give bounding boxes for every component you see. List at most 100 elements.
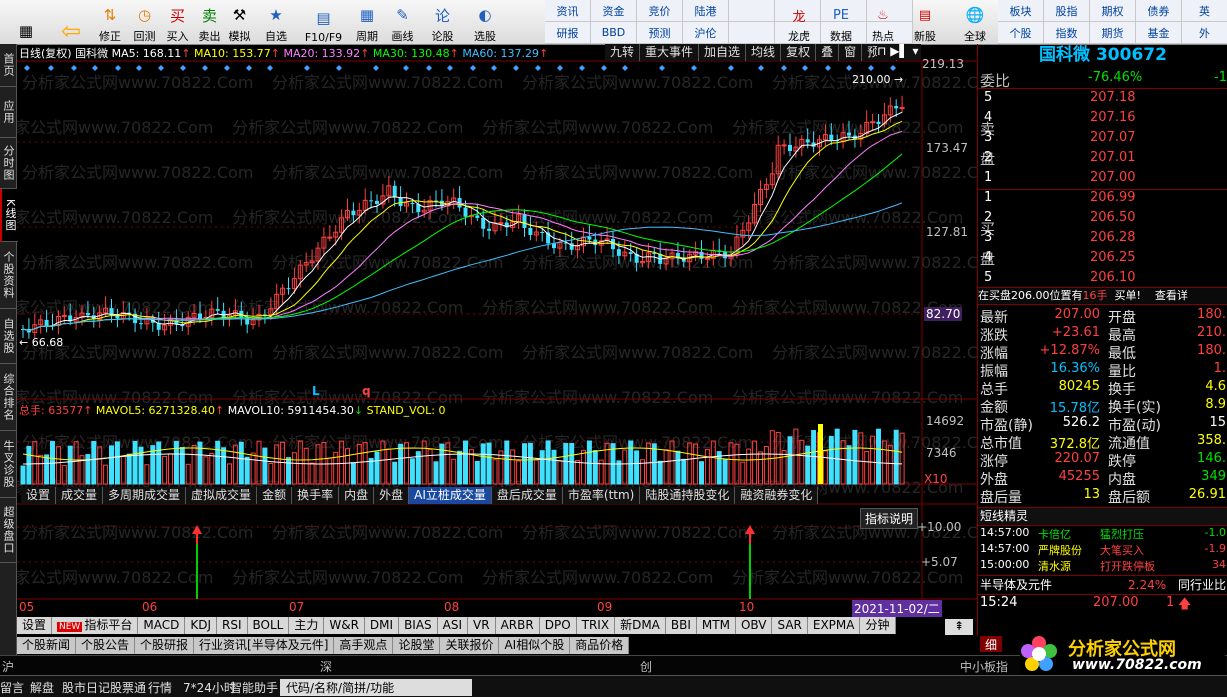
- bottom-tab[interactable]: TRIX: [576, 617, 616, 634]
- toolbar-grid-item[interactable]: 研报: [545, 22, 591, 44]
- news-tab[interactable]: AI相似个股: [499, 637, 571, 654]
- toolbar-grid-icon-button[interactable]: ▦: [2, 0, 50, 44]
- bottom-tab[interactable]: KDJ: [185, 617, 217, 634]
- indicator-tab[interactable]: 陆股通持股变化: [640, 487, 736, 504]
- news-tab[interactable]: 个股公告: [76, 637, 136, 654]
- indicator-tab[interactable]: 市盈率(ttm): [562, 487, 641, 504]
- toolbar-grid-item[interactable]: BBD: [591, 22, 637, 44]
- status-item[interactable]: 留言: [0, 679, 24, 696]
- leftnav-item-0[interactable]: 首页: [0, 44, 16, 87]
- toolbar-grid-item[interactable]: 资金: [591, 0, 637, 22]
- toolbar-4-button[interactable]: 买买入: [161, 0, 194, 44]
- toolbar-grid-item[interactable]: 沪伦: [683, 22, 729, 44]
- ask-row[interactable]: 4 207.16: [978, 110, 1227, 128]
- indicator-tab[interactable]: 盘后成交量: [491, 487, 563, 504]
- bottom-tab[interactable]: 新DMA: [615, 617, 666, 634]
- leftnav-item-6[interactable]: 综合排名: [0, 364, 16, 431]
- short-elf-row[interactable]: 15:00:00 清水源 打开跌停板 34: [978, 558, 1227, 574]
- toolbar-grid-item[interactable]: [729, 22, 775, 44]
- leftnav-item-5[interactable]: 自选股: [0, 309, 16, 364]
- news-tab[interactable]: 高手观点: [334, 637, 394, 654]
- leftnav-item-4[interactable]: 个股资料: [0, 242, 16, 309]
- chart-header-button[interactable]: 窗: [839, 44, 863, 61]
- bottom-tab[interactable]: OBV: [735, 617, 773, 634]
- toolbar-market-item[interactable]: 板块: [998, 0, 1044, 22]
- leftnav-item-7[interactable]: 牛叉诊股: [0, 431, 16, 498]
- status-item[interactable]: 7*24小时: [183, 679, 236, 696]
- toolbar-market-item[interactable]: 英: [1182, 0, 1227, 22]
- bottom-tab[interactable]: ARBR: [495, 617, 540, 634]
- chart-header-button[interactable]: 叠: [816, 44, 840, 61]
- bottom-tab[interactable]: EXPMA: [807, 617, 861, 634]
- indicator-tab[interactable]: 内盘: [339, 487, 375, 504]
- bottom-tab[interactable]: DPO: [539, 617, 577, 634]
- indicator-tab[interactable]: 金额: [257, 487, 293, 504]
- chart-header-button[interactable]: 均线: [746, 44, 782, 61]
- indicator-tab[interactable]: 虚拟成交量: [186, 487, 258, 504]
- news-tab[interactable]: 个股研报: [135, 637, 195, 654]
- sector-row[interactable]: 半导体及元件 2.24% 同行业比: [978, 575, 1227, 595]
- bottom-tab[interactable]: BBI: [665, 617, 697, 634]
- market-cy[interactable]: 创: [640, 658, 652, 675]
- expand-up-icon[interactable]: ⇞: [945, 619, 973, 635]
- bottom-tab[interactable]: NEW 指标平台: [52, 617, 139, 634]
- news-tab[interactable]: 关联报价: [440, 637, 500, 654]
- toolbar-8-button[interactable]: ▤ F10/F9: [298, 0, 349, 44]
- short-elf-row[interactable]: 14:57:00 卡倍亿 猛烈打压 -1.0: [978, 526, 1227, 542]
- toolbar-grid-item[interactable]: 竞价: [637, 0, 683, 22]
- toolbar-12-button[interactable]: ◐ 选股: [465, 0, 505, 44]
- bottom-tab[interactable]: ASI: [437, 617, 469, 634]
- indicator-tab[interactable]: 融资融券变化: [735, 487, 819, 504]
- status-item[interactable]: 智能助手: [230, 679, 278, 696]
- bid-row[interactable]: 1 206.99: [978, 190, 1227, 208]
- toolbar-grid-item[interactable]: 预测: [637, 22, 683, 44]
- bottom-tab[interactable]: 设置: [17, 617, 53, 634]
- chart-header-button[interactable]: 复权: [781, 44, 817, 61]
- bid-row[interactable]: 3 206.28: [978, 230, 1227, 248]
- detail-tab[interactable]: 细: [980, 636, 1002, 652]
- market-sh[interactable]: 沪: [2, 658, 14, 675]
- toolbar-data-button-3[interactable]: ▤ 新股: [904, 0, 946, 44]
- lock-icon[interactable]: ⊓: [877, 44, 886, 58]
- leftnav-item-2[interactable]: 分时图: [0, 138, 16, 189]
- toolbar-market-item[interactable]: 期权: [1090, 0, 1136, 22]
- bid-row[interactable]: 2 206.50: [978, 210, 1227, 228]
- leftnav-item-1[interactable]: 应用: [0, 87, 16, 138]
- chart-header-button[interactable]: 加自选: [699, 44, 747, 61]
- chart-header-button[interactable]: 重大事件: [640, 44, 700, 61]
- bottom-tab[interactable]: 主力: [289, 617, 325, 634]
- toolbar-market-item[interactable]: 指数: [1044, 22, 1090, 44]
- leftnav-item-8[interactable]: 超级盘口: [0, 498, 16, 563]
- bottom-tab[interactable]: VR: [468, 617, 496, 634]
- short-elf-row[interactable]: 14:57:00 严牌股份 大笔买入 -1.9: [978, 542, 1227, 558]
- status-item[interactable]: 股市日记: [62, 679, 110, 696]
- toolbar-market-item[interactable]: 个股: [998, 22, 1044, 44]
- toolbar-data-button-0[interactable]: 龙龙虎: [778, 0, 820, 44]
- indicator-tab[interactable]: 设置: [21, 487, 57, 504]
- view-detail-link[interactable]: 查看详: [1155, 289, 1188, 302]
- toolbar-grid-item[interactable]: 陆港: [683, 0, 729, 22]
- indicator-tab[interactable]: 换手率: [292, 487, 340, 504]
- news-tab[interactable]: 个股新闻: [17, 637, 77, 654]
- chart-period[interactable]: 日线(复权): [19, 47, 72, 60]
- ask-row[interactable]: 2 207.01: [978, 150, 1227, 168]
- bid-row[interactable]: 5 206.10: [978, 270, 1227, 288]
- toolbar-market-item[interactable]: 股指: [1044, 0, 1090, 22]
- market-sz[interactable]: 深: [320, 658, 332, 675]
- play-icon[interactable]: ▶▌: [890, 44, 908, 58]
- news-tab[interactable]: 商品价格: [570, 637, 630, 654]
- status-item[interactable]: 解盘: [30, 679, 54, 696]
- toolbar-back-arrow-icon-button[interactable]: ⇦: [50, 0, 92, 45]
- indicator-help-button[interactable]: 指标说明: [860, 508, 919, 529]
- bottom-tab[interactable]: BOLL: [247, 617, 290, 634]
- toolbar-7-button[interactable]: ★ 自选: [254, 0, 298, 44]
- chart-header-button[interactable]: 九转: [605, 44, 641, 61]
- status-item[interactable]: 股票通: [110, 679, 146, 696]
- sector-compare-link[interactable]: 同行业比: [1178, 576, 1226, 594]
- toolbar-data-button-2[interactable]: ♨ 热点: [862, 0, 904, 44]
- toolbar-market-item[interactable]: 外: [1182, 22, 1227, 44]
- toolbar-market-item[interactable]: 基金: [1136, 22, 1182, 44]
- toolbar-11-button[interactable]: 论论股: [420, 0, 465, 44]
- market-sme[interactable]: 中小板指: [960, 658, 1008, 675]
- global-button[interactable]: 🌐 全球: [955, 0, 995, 44]
